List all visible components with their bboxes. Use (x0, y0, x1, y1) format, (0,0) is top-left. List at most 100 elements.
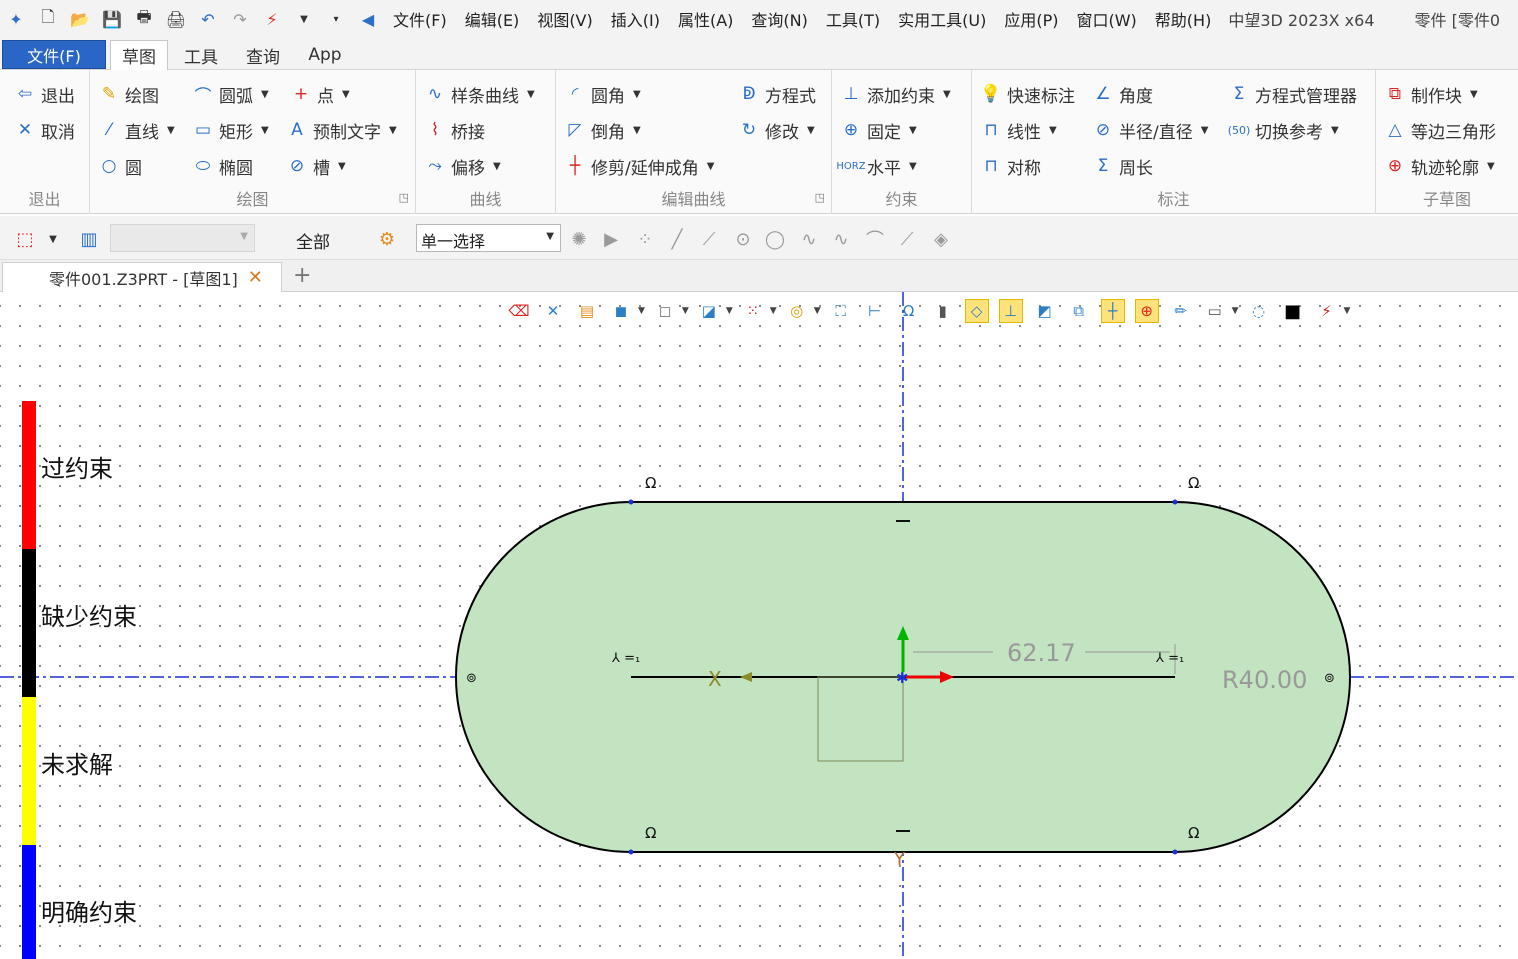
menu-apps[interactable]: 应用(P) (995, 7, 1067, 31)
angle-dimension-button[interactable]: ∠ 角度 (1092, 80, 1153, 108)
equilateral-triangle-button[interactable]: △ 等边三角形 (1384, 116, 1496, 144)
face-filter-icon[interactable]: ◈ (930, 228, 952, 250)
chamfer-dropdown-icon[interactable]: ▼ (633, 125, 641, 136)
length-dimension[interactable]: 62.17 (1007, 639, 1076, 667)
tab-tools[interactable]: 工具 (172, 40, 230, 70)
endpoint-bottom-left[interactable] (628, 849, 634, 855)
print-preview-icon[interactable]: 🖨 (165, 8, 187, 30)
menu-insert[interactable]: 插入(I) (602, 7, 669, 31)
fillet-dropdown-icon[interactable]: ▼ (633, 89, 641, 100)
horizontal-constraint-icon[interactable]: ⅄ =₁ (611, 651, 640, 666)
fix-dropdown-icon[interactable]: ▼ (909, 125, 917, 136)
save-icon[interactable]: 💾 (101, 8, 123, 30)
print-icon[interactable]: 🖶 (133, 7, 155, 30)
fillet-button[interactable]: ◜ 圆角 ▼ (564, 80, 641, 108)
horizontal-constraint-icon-right[interactable]: ⅄ =₁ (1155, 651, 1184, 666)
curve-filter-icon[interactable]: ∿ (798, 228, 820, 250)
horizontal-button[interactable]: HORZ 水平 ▼ (836, 152, 917, 180)
menu-view[interactable]: 视图(V) (528, 7, 601, 31)
spline-filter-icon[interactable]: ∿ (830, 228, 852, 250)
slot-button[interactable]: ⊘ 槽 ▼ (286, 152, 346, 180)
equation-manager-button[interactable]: Σ 方程式管理器 (1228, 80, 1357, 108)
slot-dropdown-icon[interactable]: ▼ (338, 161, 346, 172)
tab-query[interactable]: 查询 (234, 40, 292, 70)
trajectory-profile-button[interactable]: ⊕ 轨迹轮廓 ▼ (1384, 152, 1495, 180)
radius-dropdown-icon[interactable]: ▼ (1201, 125, 1209, 136)
filter-all-label[interactable]: 全部 (296, 228, 330, 253)
file-tab[interactable]: 文件(F) (2, 40, 106, 69)
exit-button[interactable]: ⇦ 退出 (14, 80, 75, 108)
tangent-constraint-icon-top-right[interactable]: Ω (1188, 474, 1199, 492)
spline-button[interactable]: ∿ 样条曲线 ▼ (424, 80, 535, 108)
add-constraint-button[interactable]: ⊥ 添加约束 ▼ (840, 80, 951, 108)
make-block-button[interactable]: ⧉ 制作块 ▼ (1384, 80, 1478, 108)
select-box-icon[interactable]: ⬚ (14, 228, 36, 250)
trim-dropdown-icon[interactable]: ▼ (707, 161, 715, 172)
point-button[interactable]: + 点 ▼ (290, 80, 350, 108)
rectangle-button[interactable]: ▭ 矩形 ▼ (192, 116, 269, 144)
center-filter-icon[interactable]: ⊙ (732, 228, 754, 250)
linear-dimension-dropdown-icon[interactable]: ▼ (1049, 125, 1057, 136)
point-dropdown-icon[interactable]: ▼ (342, 89, 350, 100)
perimeter-button[interactable]: Σ 周长 (1092, 152, 1153, 180)
modify-button[interactable]: ↻ 修改 ▼ (738, 116, 815, 144)
segment-filter-icon[interactable]: ⟋ (698, 228, 720, 250)
origin-icon[interactable]: ✱ (896, 669, 909, 687)
menu-utilities[interactable]: 实用工具(U) (889, 7, 995, 31)
tangent-constraint-icon-right[interactable]: ⊚ (1324, 671, 1335, 686)
regenerate-icon[interactable]: ⚡ (261, 8, 283, 30)
document-tab[interactable]: 零件001.Z3PRT - [草图1] ✕ (2, 262, 282, 292)
tangent-constraint-icon-bottom-left[interactable]: Ω (645, 824, 656, 842)
menu-window[interactable]: 窗口(W) (1067, 7, 1145, 31)
cancel-button[interactable]: ✕ 取消 (14, 116, 75, 144)
app-logo-icon[interactable]: ✦ (5, 8, 27, 30)
menu-query[interactable]: 查询(N) (742, 7, 816, 31)
line-filter-icon[interactable]: ╱ (666, 228, 688, 250)
regenerate-dropdown-icon[interactable]: ▼ (293, 8, 315, 30)
point-cloud-filter-icon[interactable]: ⁘ (634, 228, 656, 250)
pick-settings-icon[interactable]: ⚙ (376, 228, 398, 250)
radius-diameter-button[interactable]: ⊘ 半径/直径 ▼ (1092, 116, 1209, 144)
menu-attribute[interactable]: 属性(A) (669, 7, 742, 31)
filter-icon[interactable]: ▥ (78, 228, 100, 250)
ellipse-button[interactable]: ⬭ 椭圆 (192, 152, 253, 180)
toggle-reference-dropdown-icon[interactable]: ▼ (1331, 125, 1339, 136)
add-constraint-dropdown-icon[interactable]: ▼ (943, 89, 951, 100)
play-filter-icon[interactable]: ▶ (600, 228, 622, 250)
bridge-button[interactable]: ⌇ 桥接 (424, 116, 485, 144)
edge-filter-icon[interactable]: ⟋ (896, 228, 918, 250)
undo-icon[interactable]: ↶ (197, 8, 219, 30)
gear-filter-icon[interactable]: ✺ (568, 228, 590, 250)
tangent-constraint-icon-top-left[interactable]: Ω (645, 474, 656, 492)
arc-button[interactable]: ⌒ 圆弧 ▼ (192, 80, 269, 108)
quick-dimension-button[interactable]: 💡 快速标注 (980, 80, 1075, 108)
open-folder-icon[interactable]: 📂 (69, 8, 91, 30)
menu-file[interactable]: 文件(F) (384, 7, 456, 31)
linear-dimension-button[interactable]: ⊓ 线性 ▼ (980, 116, 1057, 144)
trim-extend-button[interactable]: ┼ 修剪/延伸成角 ▼ (564, 152, 715, 180)
customize-quick-access-icon[interactable]: ▾ (325, 8, 347, 30)
new-file-icon[interactable]: 🗋 (37, 7, 59, 30)
equation-curve-button[interactable]: ↁ 方程式 (738, 80, 816, 108)
select-mode-combo[interactable]: 单一选择 ▼ (416, 224, 561, 252)
filter-combo[interactable]: ▼ (110, 224, 255, 252)
fix-button[interactable]: ⊕ 固定 ▼ (840, 116, 917, 144)
tab-app[interactable]: App (296, 40, 354, 70)
edit-curve-launcher-icon[interactable]: ◳ (815, 191, 825, 204)
redo-icon[interactable]: ↷ (229, 8, 251, 30)
radius-dimension[interactable]: R40.00 (1222, 666, 1307, 694)
draw-button[interactable]: ✎ 绘图 (98, 80, 159, 108)
menu-tools[interactable]: 工具(T) (817, 7, 889, 31)
endpoint-top-left[interactable] (628, 499, 634, 505)
modify-dropdown-icon[interactable]: ▼ (807, 125, 815, 136)
line-dropdown-icon[interactable]: ▼ (167, 125, 175, 136)
add-tab-icon[interactable]: + (293, 263, 311, 288)
horizontal-dropdown-icon[interactable]: ▼ (909, 161, 917, 172)
select-box-dropdown-icon[interactable]: ▼ (42, 228, 64, 250)
preset-text-button[interactable]: A 预制文字 ▼ (286, 116, 397, 144)
draw-group-launcher-icon[interactable]: ◳ (399, 191, 409, 204)
line-button[interactable]: ⁄ 直线 ▼ (98, 116, 175, 144)
sketch-canvas[interactable]: ⌫ ✕ ▤ ◼ ▼ ◻ ▼ ◪ ▼ ⁙ ▼ ◎ ▼ ⛶ ⊢ Ω ▮ ◇ ⊥ ◩ ⧉ ┼ ⊕… (0, 292, 1518, 959)
arc-dropdown-icon[interactable]: ▼ (261, 89, 269, 100)
offset-button[interactable]: ⤳ 偏移 ▼ (424, 152, 501, 180)
